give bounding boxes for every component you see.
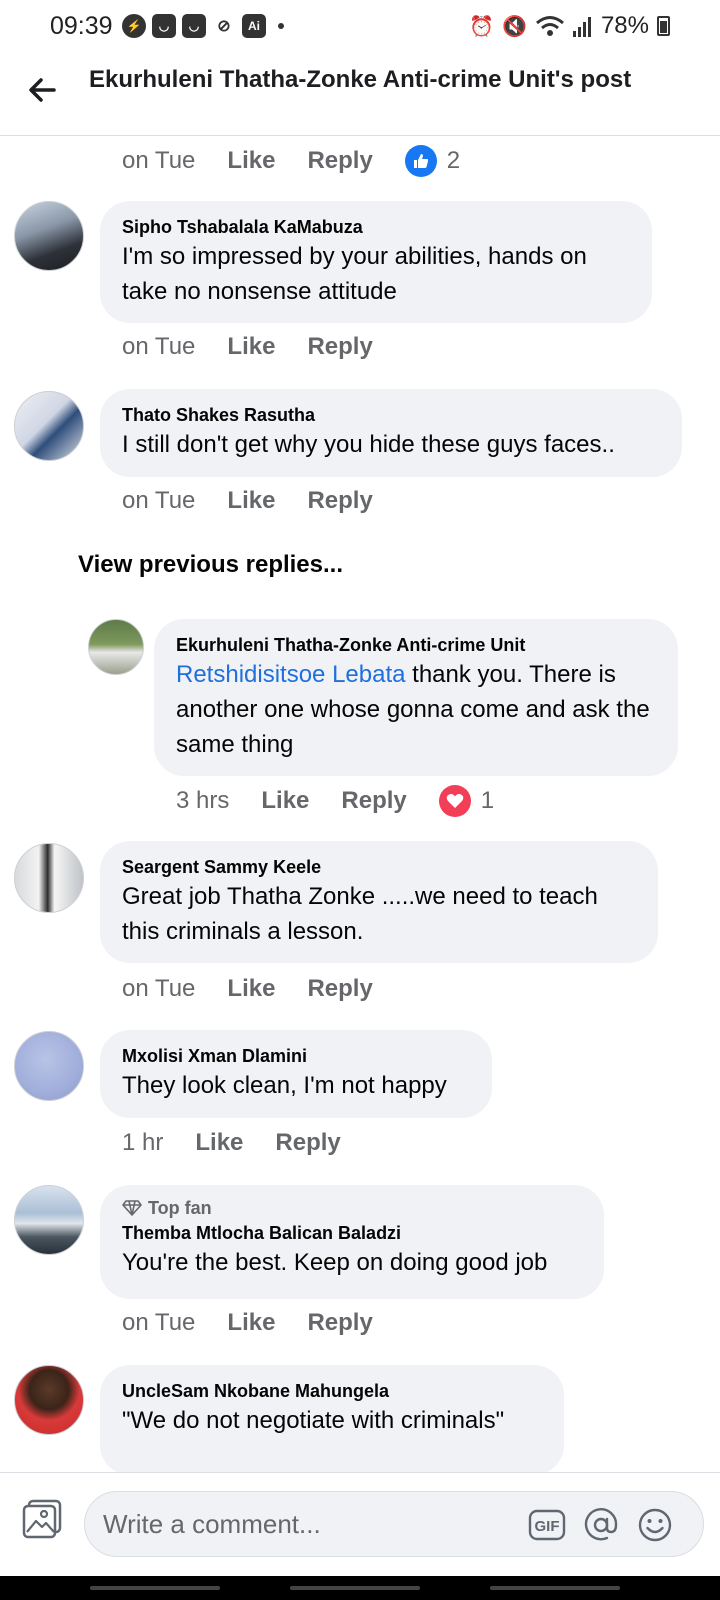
avatar[interactable] (14, 201, 84, 271)
system-icons: ⏰ 🔇 78% (469, 12, 670, 40)
view-previous-replies-link[interactable]: View previous replies... (78, 551, 343, 579)
wifi-icon (535, 16, 564, 36)
home-nav-button[interactable] (290, 1586, 420, 1590)
mention-icon[interactable] (581, 1505, 621, 1545)
comment-text: They look clean, I'm not happy (122, 1072, 447, 1099)
comment-bubble: Sipho Tshabalala KaMabuza I'm so impress… (100, 201, 652, 323)
comment-author[interactable]: Themba Mtlocha Balican Baladzi (122, 1221, 582, 1245)
mail-icon: ◡ (152, 14, 176, 38)
page-avatar[interactable] (88, 619, 144, 675)
battery-icon (657, 16, 670, 36)
comment-text: Great job Thatha Zonke .....we need to t… (122, 883, 598, 945)
comment-bubble: UncleSam Nkobane Mahungela "We do not ne… (100, 1365, 564, 1472)
notification-icons: ⚡ ◡ ◡ ⊘ Ai (122, 14, 284, 38)
recents-nav-button[interactable] (90, 1586, 220, 1590)
comment-input[interactable] (103, 1506, 503, 1542)
reply-author[interactable]: Ekurhuleni Thatha-Zonke Anti-crime Unit (176, 633, 656, 657)
comment-meta: on Tue Like Reply (122, 487, 405, 515)
post-header: Ekurhuleni Thatha-Zonke Anti-crime Unit'… (0, 52, 720, 136)
like-button[interactable]: Like (227, 487, 275, 515)
back-arrow-icon[interactable] (24, 72, 60, 108)
avatar[interactable] (14, 391, 84, 461)
signal-icon (572, 17, 591, 37)
comment-meta: on Tue Like Reply (122, 1309, 405, 1337)
comment-text: I still don't get why you hide these guy… (122, 431, 615, 458)
reply-button[interactable]: Reply (275, 1129, 340, 1157)
comment-bubble: Mxolisi Xman Dlamini They look clean, I'… (100, 1030, 492, 1118)
comment-meta: on Tue Like Reply (122, 975, 405, 1003)
alarm-icon: ⏰ (469, 15, 495, 38)
reaction-summary[interactable]: 1 (438, 785, 495, 817)
mute-icon: 🔇 (502, 15, 527, 38)
comment-composer: GIF (0, 1472, 720, 1576)
comment-time: on Tue (122, 487, 196, 514)
like-button[interactable]: Like (227, 1309, 275, 1337)
heart-icon (438, 785, 471, 817)
ai-icon: Ai (242, 14, 266, 38)
reply-button[interactable]: Reply (341, 787, 406, 815)
comment-bubble: Top fan Themba Mtlocha Balican Baladzi Y… (100, 1185, 604, 1299)
gif-icon[interactable]: GIF (527, 1505, 567, 1545)
comment-text: "We do not negotiate with criminals" (122, 1407, 505, 1434)
nfc-icon: ⊘ (217, 18, 231, 35)
gif-label: GIF (535, 1518, 560, 1535)
comment-meta: on Tue Like Reply (122, 333, 405, 361)
comment-author[interactable]: Seargent Sammy Keele (122, 855, 636, 879)
comment-meta-partial: on Tue Like Reply 2 (122, 145, 460, 177)
reply-time: 3 hrs (176, 787, 230, 814)
avatar[interactable] (14, 843, 84, 913)
battery-level: 78% (600, 12, 649, 39)
comment-bubble: Seargent Sammy Keele Great job Thatha Zo… (100, 841, 658, 963)
reply-button[interactable]: Reply (307, 147, 372, 175)
like-button[interactable]: Like (227, 975, 275, 1003)
comment-author[interactable]: Mxolisi Xman Dlamini (122, 1044, 470, 1068)
comment-meta: 1 hr Like Reply (122, 1129, 373, 1157)
diamond-icon (122, 1200, 142, 1216)
reaction-summary[interactable]: 2 (404, 145, 461, 177)
reply-button[interactable]: Reply (307, 333, 372, 361)
comment-time: on Tue (122, 1309, 196, 1336)
photo-icon[interactable] (20, 1497, 64, 1541)
comment-time: 1 hr (122, 1129, 164, 1156)
comment-author[interactable]: Thato Shakes Rasutha (122, 403, 660, 427)
back-nav-button[interactable] (490, 1586, 620, 1590)
status-time: 09:39 (50, 12, 113, 40)
comment-text: I'm so impressed by your abilities, hand… (122, 243, 587, 305)
top-fan-badge: Top fan (122, 1195, 582, 1221)
system-nav-bar (0, 1576, 720, 1600)
bolt-icon: ⚡ (122, 14, 146, 38)
like-button[interactable]: Like (227, 147, 275, 175)
like-button[interactable]: Like (227, 333, 275, 361)
emoji-icon[interactable] (635, 1505, 675, 1545)
top-fan-label: Top fan (148, 1198, 212, 1218)
comment-box[interactable]: GIF (84, 1491, 704, 1557)
reply-bubble: Ekurhuleni Thatha-Zonke Anti-crime Unit … (154, 619, 678, 776)
reaction-count: 2 (446, 147, 461, 174)
reply-button[interactable]: Reply (307, 1309, 372, 1337)
more-dot-icon (278, 23, 284, 29)
comment-time: on Tue (122, 147, 196, 174)
avatar[interactable] (14, 1365, 84, 1435)
comment-text: You're the best. Keep on doing good job (122, 1249, 548, 1276)
reply-meta: 3 hrs Like Reply 1 (176, 785, 494, 817)
like-button[interactable]: Like (195, 1129, 243, 1157)
page-title: Ekurhuleni Thatha-Zonke Anti-crime Unit'… (89, 66, 632, 93)
mail-icon-2: ◡ (182, 14, 206, 38)
comment-author[interactable]: UncleSam Nkobane Mahungela (122, 1379, 542, 1403)
reply-button[interactable]: Reply (307, 487, 372, 515)
comment-time: on Tue (122, 333, 196, 360)
comment-author[interactable]: Sipho Tshabalala KaMabuza (122, 215, 630, 239)
mention-link[interactable]: Retshidisitsoe Lebata (176, 661, 405, 688)
like-button[interactable]: Like (261, 787, 309, 815)
reply-button[interactable]: Reply (307, 975, 372, 1003)
avatar[interactable] (14, 1185, 84, 1255)
comment-bubble: Thato Shakes Rasutha I still don't get w… (100, 389, 682, 477)
status-bar: 09:39 ⚡ ◡ ◡ ⊘ Ai ⏰ 🔇 78% (0, 0, 720, 52)
reaction-count: 1 (480, 787, 495, 814)
reply-text: Retshidisitsoe Lebata thank you. There i… (176, 657, 656, 762)
comments-feed[interactable]: on Tue Like Reply 2 Sipho Tshabalala KaM… (0, 137, 720, 1472)
avatar[interactable] (14, 1031, 84, 1101)
thumbs-up-icon (404, 145, 437, 177)
comment-time: on Tue (122, 975, 196, 1002)
